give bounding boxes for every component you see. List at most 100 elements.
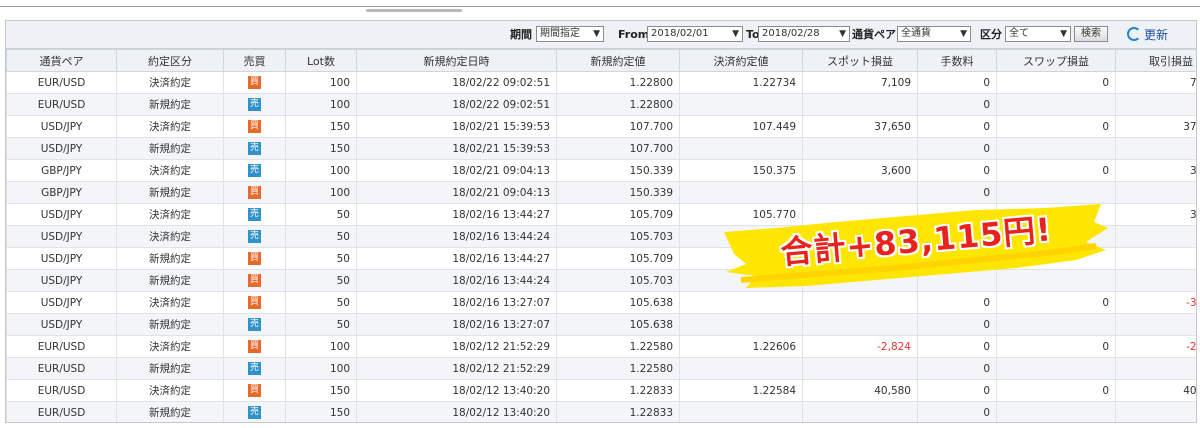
open-datetime-cell: 18/02/22 09:02:51: [356, 93, 557, 116]
open-price-cell: 107.700: [556, 115, 680, 138]
close-price-cell: [679, 137, 803, 160]
sell-badge: 売: [248, 142, 261, 155]
execution-type-cell: 新規約定: [116, 93, 224, 116]
currency-pair-cell: USD/JPY: [6, 291, 117, 314]
resize-handle[interactable]: [366, 9, 462, 12]
execution-type-cell: 決済約定: [116, 335, 224, 358]
trade-pnl-cell: -3,400: [1115, 291, 1196, 314]
execution-type-cell: 新規約定: [116, 401, 224, 422]
table-row[interactable]: USD/JPY 決済約定 買 150 18/02/21 15:39:53 107.700 1…: [6, 115, 1196, 138]
spot-pnl-cell: [802, 93, 918, 116]
currency-pair-select[interactable]: 全通貨 ▼: [897, 26, 971, 42]
buy-badge: 買: [248, 296, 261, 309]
column-header: 約定区分: [116, 49, 224, 72]
open-datetime-cell: 18/02/22 09:02:51: [356, 71, 557, 94]
kubun-value: 全て: [1009, 28, 1029, 39]
currency-pair-cell: USD/JPY: [6, 137, 117, 160]
lot-cell: 50: [285, 225, 357, 248]
fee-cell: 0: [917, 115, 997, 138]
table-row[interactable]: EUR/USD 新規約定 売 100 18/02/22 09:02:51 1.22800 0: [6, 93, 1196, 116]
table-row[interactable]: EUR/USD 決済約定 買 100 18/02/12 21:52:29 1.22580 1…: [6, 335, 1196, 358]
table-row[interactable]: USD/JPY 決済約定 買 50 18/02/16 13:27:07 105.638 0 0…: [6, 291, 1196, 314]
trade-pnl-cell: 40,580: [1115, 379, 1196, 402]
column-header: 取引損益: [1115, 49, 1196, 72]
spot-pnl-cell: [802, 181, 918, 204]
period-select-value: 期間指定: [540, 28, 580, 39]
side-cell: 買: [223, 335, 286, 358]
lot-cell: 50: [285, 203, 357, 226]
table-row[interactable]: GBP/JPY 新規約定 買 100 18/02/21 09:04:13 150.339 0: [6, 181, 1196, 204]
fee-cell: 0: [917, 159, 997, 182]
spot-pnl-cell: 7,109: [802, 71, 918, 94]
to-date-select[interactable]: 2018/02/28 ▼: [758, 26, 850, 42]
lot-cell: 150: [285, 115, 357, 138]
execution-type-cell: 新規約定: [116, 247, 224, 270]
column-header: スポット損益: [802, 49, 918, 72]
period-select[interactable]: 期間指定 ▼: [536, 26, 604, 42]
refresh-link[interactable]: 更新: [1127, 26, 1168, 44]
execution-type-cell: 決済約定: [116, 203, 224, 226]
table-row[interactable]: EUR/USD 決済約定 買 150 18/02/12 13:40:20 1.22833 1…: [6, 379, 1196, 402]
open-price-cell: 150.339: [556, 181, 680, 204]
spot-pnl-cell: [802, 137, 918, 160]
sell-badge: 売: [248, 230, 261, 243]
side-cell: 売: [223, 159, 286, 182]
open-datetime-cell: 18/02/12 21:52:29: [356, 357, 557, 380]
execution-type-cell: 決済約定: [116, 225, 224, 248]
lot-cell: 50: [285, 291, 357, 314]
refresh-icon: [1127, 27, 1141, 41]
open-datetime-cell: 18/02/21 15:39:53: [356, 115, 557, 138]
side-cell: 売: [223, 203, 286, 226]
open-datetime-cell: 18/02/21 09:04:13: [356, 181, 557, 204]
currency-pair-cell: USD/JPY: [6, 313, 117, 336]
currency-pair-cell: USD/JPY: [6, 247, 117, 270]
spot-pnl-cell: [802, 291, 918, 314]
execution-type-cell: 新規約定: [116, 137, 224, 160]
open-datetime-cell: 18/02/12 13:40:20: [356, 379, 557, 402]
close-price-cell: 1.22734: [679, 71, 803, 94]
column-header: 決済約定値: [679, 49, 803, 72]
execution-type-cell: 決済約定: [116, 115, 224, 138]
table-row[interactable]: USD/JPY 新規約定 売 150 18/02/21 15:39:53 107.700 0: [6, 137, 1196, 160]
from-date-select[interactable]: 2018/02/01 ▼: [647, 26, 743, 42]
from-date-value: 2018/02/01: [651, 28, 709, 39]
spot-pnl-cell: [802, 313, 918, 336]
refresh-label: 更新: [1144, 28, 1169, 42]
table-row[interactable]: EUR/USD 決済約定 買 100 18/02/22 09:02:51 1.22800 1…: [6, 71, 1196, 94]
open-price-cell: 150.339: [556, 159, 680, 182]
side-cell: 買: [223, 71, 286, 94]
kubun-select[interactable]: 全て ▼: [1005, 26, 1071, 42]
side-cell: 売: [223, 93, 286, 116]
lot-cell: 100: [285, 357, 357, 380]
sell-badge: 売: [248, 98, 261, 111]
sell-badge: 売: [248, 208, 261, 221]
trade-pnl-cell: [1115, 137, 1196, 160]
table-row[interactable]: EUR/USD 新規約定 売 150 18/02/12 13:40:20 1.22833 0: [6, 401, 1196, 422]
column-header: Lot数: [285, 49, 357, 72]
side-cell: 売: [223, 401, 286, 422]
execution-type-cell: 新規約定: [116, 357, 224, 380]
side-cell: 買: [223, 247, 286, 270]
swap-pnl-cell: [996, 137, 1116, 160]
table-row[interactable]: USD/JPY 新規約定 売 50 18/02/16 13:27:07 105.638 0: [6, 313, 1196, 336]
side-cell: 買: [223, 269, 286, 292]
period-label: 期間: [510, 28, 532, 41]
currency-pair-label: 通貨ペア: [852, 28, 896, 41]
table-row[interactable]: EUR/USD 新規約定 売 100 18/02/12 21:52:29 1.22580 0: [6, 357, 1196, 380]
lot-cell: 100: [285, 159, 357, 182]
open-datetime-cell: 18/02/16 13:44:24: [356, 225, 557, 248]
table-row[interactable]: GBP/JPY 決済約定 売 100 18/02/21 09:04:13 150.339 1…: [6, 159, 1196, 182]
currency-pair-cell: EUR/USD: [6, 357, 117, 380]
buy-badge: 買: [248, 76, 261, 89]
swap-pnl-cell: [996, 401, 1116, 422]
currency-pair-cell: USD/JPY: [6, 203, 117, 226]
fee-cell: 0: [917, 357, 997, 380]
search-button[interactable]: 検索: [1074, 26, 1108, 42]
fee-cell: 0: [917, 313, 997, 336]
side-cell: 売: [223, 225, 286, 248]
swap-pnl-cell: 0: [996, 115, 1116, 138]
currency-pair-cell: EUR/USD: [6, 335, 117, 358]
open-datetime-cell: 18/02/16 13:27:07: [356, 291, 557, 314]
currency-pair-cell: EUR/USD: [6, 71, 117, 94]
lot-cell: 100: [285, 335, 357, 358]
